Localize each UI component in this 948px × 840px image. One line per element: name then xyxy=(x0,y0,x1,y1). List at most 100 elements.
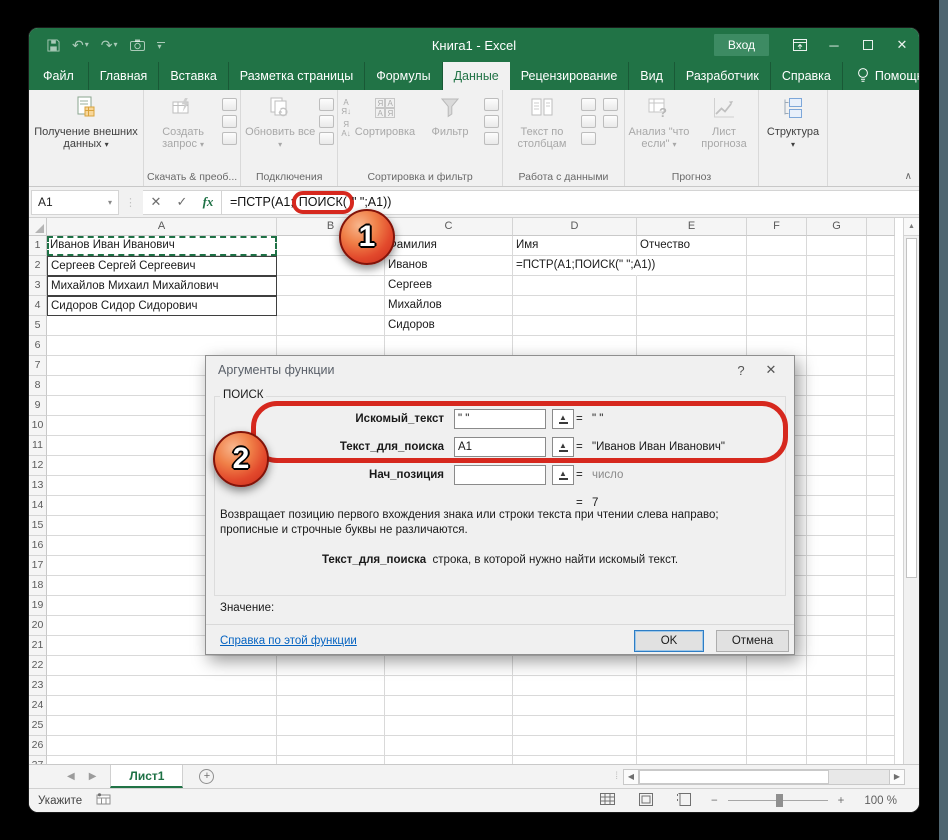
cell-E24[interactable] xyxy=(637,696,747,716)
flash-fill-icon[interactable] xyxy=(580,98,596,111)
cell-A27[interactable] xyxy=(47,756,277,764)
cell-F1[interactable] xyxy=(747,236,807,256)
tab-home[interactable]: Главная xyxy=(89,62,160,90)
cell-E25[interactable] xyxy=(637,716,747,736)
maximize-button[interactable] xyxy=(851,28,885,62)
page-layout-view-icon[interactable] xyxy=(638,792,653,809)
refresh-all-button[interactable]: Обновить все ▾ xyxy=(244,92,316,151)
cell-G10[interactable] xyxy=(807,416,867,436)
cell-fill21[interactable] xyxy=(867,636,895,656)
row-header-21[interactable]: 21 xyxy=(29,636,47,656)
cell-fill14[interactable] xyxy=(867,496,895,516)
cell-fill17[interactable] xyxy=(867,556,895,576)
column-header-D[interactable]: D xyxy=(513,218,637,236)
clear-filter-icon[interactable] xyxy=(483,98,499,111)
ok-button[interactable]: OK xyxy=(634,630,704,652)
column-header-A[interactable]: A xyxy=(47,218,277,236)
undo-icon[interactable]: ↶ ▾ xyxy=(72,38,89,52)
row-header-17[interactable]: 17 xyxy=(29,556,47,576)
cell-G21[interactable] xyxy=(807,636,867,656)
cell-fill5[interactable] xyxy=(867,316,895,336)
cell-A22[interactable] xyxy=(47,656,277,676)
cell-F6[interactable] xyxy=(747,336,807,356)
vertical-scroll-thumb[interactable] xyxy=(906,238,917,578)
from-table-icon[interactable] xyxy=(222,115,238,128)
horizontal-scroll-track[interactable] xyxy=(639,768,889,785)
cell-fill2[interactable] xyxy=(867,256,895,276)
cell-B26[interactable] xyxy=(277,736,385,756)
tab-help[interactable]: Справка xyxy=(771,62,843,90)
zoom-level[interactable]: 100 % xyxy=(864,795,897,807)
row-header-14[interactable]: 14 xyxy=(29,496,47,516)
cell-fill24[interactable] xyxy=(867,696,895,716)
scroll-right-icon[interactable]: ▶ xyxy=(889,768,905,785)
cell-G17[interactable] xyxy=(807,556,867,576)
edit-links-icon[interactable] xyxy=(319,132,335,145)
cell-C24[interactable] xyxy=(385,696,513,716)
text-to-columns-button[interactable]: Текст по столбцам xyxy=(506,92,578,150)
cell-fill4[interactable] xyxy=(867,296,895,316)
cell-F3[interactable] xyxy=(747,276,807,296)
column-header-F[interactable]: F xyxy=(747,218,807,236)
cell-F2[interactable] xyxy=(747,256,807,276)
customize-qat-icon[interactable]: ▾ xyxy=(156,38,170,52)
cell-G9[interactable] xyxy=(807,396,867,416)
cell-G12[interactable] xyxy=(807,456,867,476)
cell-A4[interactable]: Сидоров Сидор Сидорович xyxy=(47,296,277,316)
row-header-3[interactable]: 3 xyxy=(29,276,47,296)
cell-G27[interactable] xyxy=(807,756,867,764)
tab-file[interactable]: Файл xyxy=(29,62,89,90)
cell-B5[interactable] xyxy=(277,316,385,336)
dialog-close-icon[interactable]: ✕ xyxy=(760,362,782,378)
cell-D22[interactable] xyxy=(513,656,637,676)
cell-A6[interactable] xyxy=(47,336,277,356)
cell-fill22[interactable] xyxy=(867,656,895,676)
scrollbar-grip[interactable]: ⁞ xyxy=(615,771,623,782)
add-sheet-button[interactable]: + xyxy=(183,765,230,788)
row-header-27[interactable]: 27 xyxy=(29,756,47,764)
row-header-11[interactable]: 11 xyxy=(29,436,47,456)
cell-E23[interactable] xyxy=(637,676,747,696)
cell-fill12[interactable] xyxy=(867,456,895,476)
cell-G16[interactable] xyxy=(807,536,867,556)
cell-D6[interactable] xyxy=(513,336,637,356)
cell-fill16[interactable] xyxy=(867,536,895,556)
cell-A2[interactable]: Сергеев Сергей Сергеевич xyxy=(47,256,277,276)
cell-D2[interactable]: =ПСТР(A1;ПОИСК(" ";A1)) xyxy=(513,256,655,276)
row-header-19[interactable]: 19 xyxy=(29,596,47,616)
cell-E4[interactable] xyxy=(637,296,747,316)
cell-fill3[interactable] xyxy=(867,276,895,296)
cell-A25[interactable] xyxy=(47,716,277,736)
row-header-25[interactable]: 25 xyxy=(29,716,47,736)
cell-G25[interactable] xyxy=(807,716,867,736)
column-header-C[interactable]: C xyxy=(385,218,513,236)
cell-G7[interactable] xyxy=(807,356,867,376)
dialog-help-icon[interactable]: ? xyxy=(730,363,752,378)
properties-icon[interactable] xyxy=(319,115,335,128)
cell-fill18[interactable] xyxy=(867,576,895,596)
cell-F25[interactable] xyxy=(747,716,807,736)
row-header-26[interactable]: 26 xyxy=(29,736,47,756)
cell-G13[interactable] xyxy=(807,476,867,496)
cell-D24[interactable] xyxy=(513,696,637,716)
cell-B4[interactable] xyxy=(277,296,385,316)
cell-fill23[interactable] xyxy=(867,676,895,696)
cell-fill8[interactable] xyxy=(867,376,895,396)
zoom-slider-thumb[interactable] xyxy=(775,794,783,807)
cell-E26[interactable] xyxy=(637,736,747,756)
cell-E6[interactable] xyxy=(637,336,747,356)
cell-D27[interactable] xyxy=(513,756,637,764)
cell-C27[interactable] xyxy=(385,756,513,764)
cell-C23[interactable] xyxy=(385,676,513,696)
row-header-4[interactable]: 4 xyxy=(29,296,47,316)
cell-D1[interactable]: Имя xyxy=(513,236,637,256)
name-box-caret-icon[interactable]: ▾ xyxy=(108,198,112,207)
zoom-out-icon[interactable]: − xyxy=(711,795,718,807)
forecast-sheet-button[interactable]: Лист прогноза xyxy=(693,92,755,150)
cell-B25[interactable] xyxy=(277,716,385,736)
cell-A1[interactable]: Иванов Иван Иванович xyxy=(47,236,277,256)
normal-view-icon[interactable] xyxy=(599,792,615,809)
zoom-slider[interactable] xyxy=(727,794,828,807)
cell-A3[interactable]: Михайлов Михаил Михайлович xyxy=(47,276,277,296)
cell-F24[interactable] xyxy=(747,696,807,716)
